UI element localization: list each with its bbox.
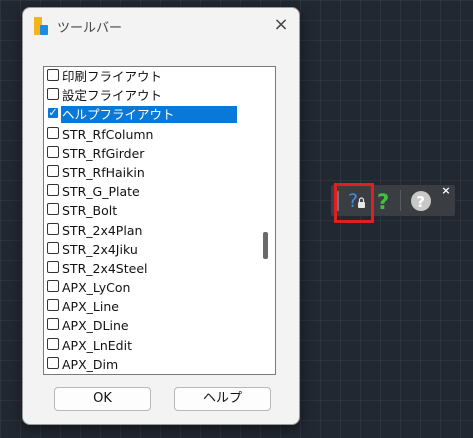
app-icon xyxy=(34,17,48,35)
checkbox[interactable] xyxy=(47,126,59,139)
svg-text:?: ? xyxy=(416,193,425,211)
list-item-label: 設定フライアウト xyxy=(62,88,163,104)
toolbar-list[interactable]: 印刷フライアウト設定フライアウトヘルプフライアウト STR_RfColumn STR… xyxy=(43,66,276,375)
list-item-label: APX_Line xyxy=(62,299,119,315)
toolbar-close-icon[interactable]: × xyxy=(441,185,451,196)
list-item-label: 印刷フライアウト xyxy=(62,69,163,84)
checkbox[interactable] xyxy=(47,241,59,254)
checkbox[interactable] xyxy=(47,299,59,312)
list-item-label: STR_2x4Plan xyxy=(62,222,143,238)
list-item-label: STR_2x4Steel xyxy=(62,260,148,276)
checkbox[interactable] xyxy=(47,280,59,293)
list-item-label: ヘルプフライアウト xyxy=(61,106,237,124)
list-item[interactable]: STR_2x4Steel xyxy=(44,259,258,278)
list-item[interactable]: STR_Bolt xyxy=(44,201,258,220)
green-question-icon: ? xyxy=(377,190,389,214)
list-item-label: APX_Dim xyxy=(62,356,119,372)
checkbox[interactable] xyxy=(47,203,59,216)
list-item-label: APX_LyCon xyxy=(62,280,131,296)
list-item-label: STR_RfHaikin xyxy=(62,164,145,180)
toolbar-separator xyxy=(400,190,401,211)
list-item[interactable]: APX_Line xyxy=(44,297,258,316)
checkbox[interactable] xyxy=(47,184,59,197)
list-item[interactable]: STR_RfGirder xyxy=(44,144,258,163)
list-item[interactable]: STR_2x4Plan xyxy=(44,221,258,240)
list-item[interactable]: APX_LyCon xyxy=(44,278,258,297)
list-item[interactable]: APX_Dim xyxy=(44,355,258,374)
toolbar-dialog: ツールバー × 印刷フライアウト設定フライアウトヘルプフライアウト STR_RfC… xyxy=(22,7,300,425)
help-circle-button[interactable]: ? xyxy=(409,188,433,213)
checkbox[interactable] xyxy=(47,88,59,101)
list-item[interactable]: ヘルプフライアウト xyxy=(44,105,258,124)
checkbox[interactable] xyxy=(47,145,59,158)
checkbox[interactable] xyxy=(47,222,59,235)
scrollbar-thumb[interactable] xyxy=(263,232,268,259)
highlight-box xyxy=(334,183,374,223)
checkbox[interactable] xyxy=(47,356,59,369)
dialog-title: ツールバー xyxy=(57,21,123,36)
toolbar-list-items: 印刷フライアウト設定フライアウトヘルプフライアウト STR_RfColumn STR… xyxy=(44,67,258,375)
list-scrollbar[interactable] xyxy=(258,67,275,374)
list-item[interactable]: STR_RfHaikin xyxy=(44,163,258,182)
list-item[interactable]: APX_LnEdit xyxy=(44,336,258,355)
checkbox[interactable] xyxy=(47,107,59,120)
checkbox[interactable] xyxy=(47,318,59,331)
list-item-label: STR_Bolt xyxy=(62,203,118,219)
list-item-label: STR_RfColumn xyxy=(62,126,154,142)
close-icon[interactable]: × xyxy=(270,14,292,36)
list-item[interactable]: APX_DLine xyxy=(44,316,258,335)
checkbox[interactable] xyxy=(47,164,59,177)
list-item-label: APX_DLine xyxy=(62,318,129,334)
list-item[interactable]: APX_Fil xyxy=(44,374,258,375)
dialog-titlebar[interactable]: ツールバー × xyxy=(23,8,299,44)
list-item[interactable]: STR_2x4Jiku xyxy=(44,240,258,259)
green-question-button[interactable]: ? xyxy=(372,188,396,214)
checkbox[interactable] xyxy=(47,69,59,81)
help-button[interactable]: ヘルプ xyxy=(174,387,271,411)
list-item-label: STR_G_Plate xyxy=(62,184,140,200)
gray-question-circle-icon: ? xyxy=(411,191,431,211)
list-item[interactable]: STR_RfColumn xyxy=(44,125,258,144)
checkbox[interactable] xyxy=(47,260,59,273)
list-item[interactable]: 印刷フライアウト xyxy=(44,67,258,86)
checkbox[interactable] xyxy=(47,337,59,350)
list-item-label: STR_2x4Jiku xyxy=(62,241,138,257)
list-item[interactable]: 設定フライアウト xyxy=(44,86,258,105)
list-item-label: APX_LnEdit xyxy=(62,337,132,353)
svg-text:?: ? xyxy=(377,190,389,213)
list-item-label: STR_RfGirder xyxy=(62,145,145,161)
list-item[interactable]: STR_G_Plate xyxy=(44,182,258,201)
ok-button[interactable]: OK xyxy=(54,387,151,411)
